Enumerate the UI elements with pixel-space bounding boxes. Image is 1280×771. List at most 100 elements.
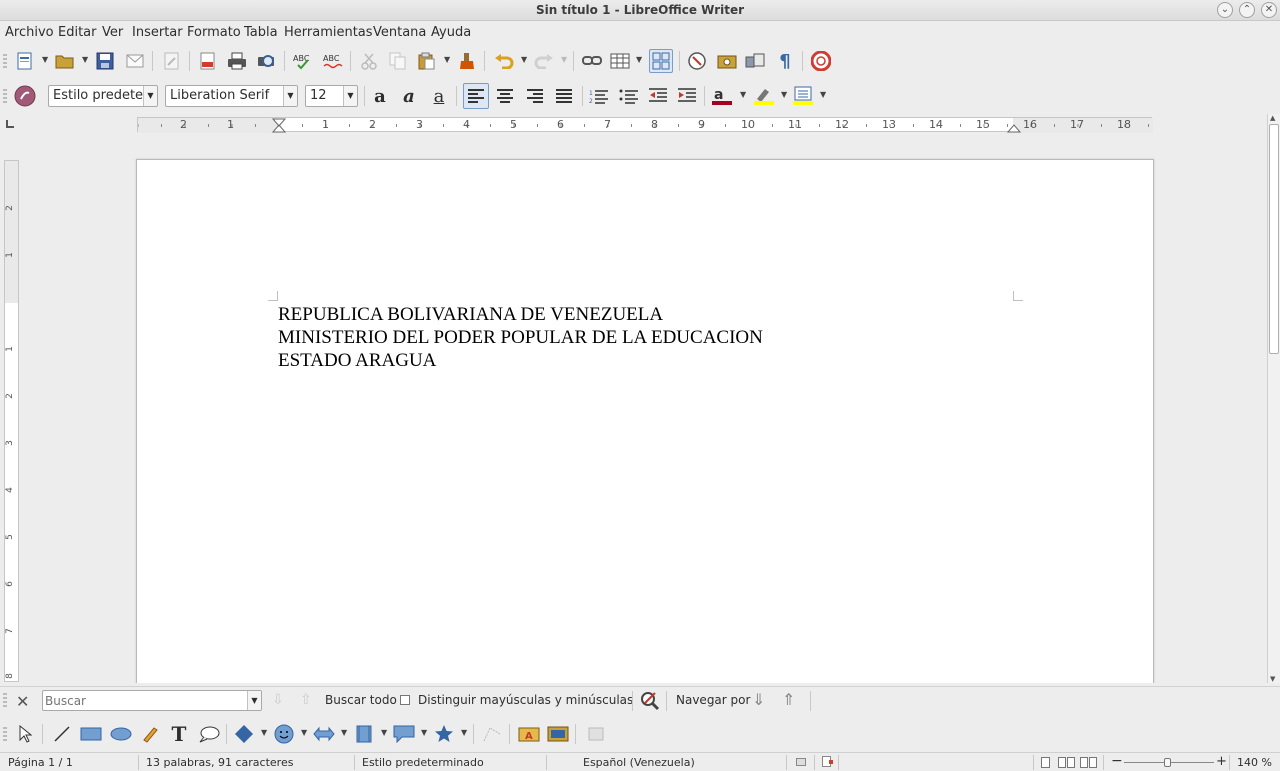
paragraph-style-combo[interactable]: Estilo predeterminado ▼ — [48, 85, 158, 107]
print-preview-icon[interactable] — [256, 50, 278, 72]
menu-formato[interactable]: Formato — [187, 25, 241, 40]
search-field[interactable]: ▼ — [42, 690, 262, 711]
block-arrows-icon[interactable] — [313, 723, 335, 745]
document-line[interactable]: REPUBLICA BOLIVARIANA DE VENEZUELA — [278, 303, 763, 326]
line-icon[interactable] — [51, 723, 73, 745]
rectangle-icon[interactable] — [80, 723, 102, 745]
spellcheck-icon[interactable]: ABC — [292, 50, 314, 72]
find-previous-icon[interactable]: ⇧ — [300, 692, 312, 708]
new-dropdown-icon[interactable]: ▼ — [42, 55, 48, 64]
extrusion-icon[interactable] — [585, 723, 607, 745]
background-color-dropdown-icon[interactable]: ▼ — [820, 90, 826, 99]
show-draw-functions-icon[interactable] — [649, 49, 673, 73]
callouts-icon[interactable] — [393, 723, 415, 745]
clone-formatting-icon[interactable] — [456, 50, 478, 72]
redo-icon[interactable] — [533, 50, 555, 72]
book-view-icon[interactable] — [1080, 757, 1098, 768]
horizontal-ruler[interactable]: 2 1 1 2 3 4 5 6 7 8 9 10 11 12 13 14 15 … — [137, 117, 1153, 133]
copy-icon[interactable] — [387, 50, 409, 72]
find-all-button[interactable]: Buscar todo — [325, 693, 397, 707]
numbering-icon[interactable]: 12 — [588, 85, 610, 107]
symbol-shapes-icon[interactable] — [273, 723, 295, 745]
formatting-marks-icon[interactable]: ¶ — [774, 50, 796, 72]
print-icon[interactable] — [226, 50, 248, 72]
open-folder-icon[interactable] — [54, 50, 76, 72]
basic-shapes-dropdown-icon[interactable]: ▼ — [261, 728, 267, 737]
menu-insertar[interactable]: Insertar — [132, 25, 183, 40]
flowchart-icon[interactable] — [353, 723, 375, 745]
font-name-combo[interactable]: Liberation Serif ▼ — [165, 85, 298, 107]
freeform-line-icon[interactable] — [139, 723, 161, 745]
tab-stop-selector[interactable] — [6, 120, 14, 128]
zoom-slider-thumb[interactable] — [1164, 758, 1171, 767]
ellipse-icon[interactable] — [110, 723, 132, 745]
scrollbar-thumb[interactable] — [1269, 124, 1279, 354]
open-dropdown-icon[interactable]: ▼ — [82, 55, 88, 64]
background-color-icon[interactable] — [792, 85, 814, 107]
gallery-icon[interactable] — [716, 50, 738, 72]
table-dropdown-icon[interactable]: ▼ — [636, 55, 642, 64]
callouts-dropdown-icon[interactable]: ▼ — [421, 728, 427, 737]
decrease-indent-icon[interactable] — [647, 85, 669, 107]
zoom-level[interactable]: 140 % — [1237, 756, 1272, 769]
match-case-checkbox[interactable] — [400, 695, 410, 705]
document-line[interactable]: ESTADO ARAGUA — [278, 349, 763, 372]
hyperlink-icon[interactable] — [581, 50, 603, 72]
scroll-up-icon[interactable]: ▲ — [1270, 114, 1275, 122]
italic-icon[interactable]: a — [398, 85, 420, 107]
multi-page-view-icon[interactable] — [1058, 757, 1076, 768]
email-icon[interactable] — [124, 50, 146, 72]
toolbar-grip[interactable] — [3, 693, 7, 707]
align-left-icon[interactable] — [463, 83, 489, 109]
toolbar-grip[interactable] — [3, 89, 7, 103]
minimize-icon[interactable]: ⌄ — [1217, 2, 1233, 18]
find-next-icon[interactable]: ⇩ — [272, 692, 284, 708]
navigator-icon[interactable] — [686, 50, 708, 72]
document-area[interactable]: REPUBLICA BOLIVARIANA DE VENEZUELA MINIS… — [22, 134, 1267, 683]
document-text[interactable]: REPUBLICA BOLIVARIANA DE VENEZUELA MINIS… — [278, 303, 763, 372]
word-count[interactable]: 13 palabras, 91 caracteres — [146, 756, 293, 769]
paste-icon[interactable] — [416, 50, 438, 72]
flowchart-dropdown-icon[interactable]: ▼ — [381, 728, 387, 737]
font-color-dropdown-icon[interactable]: ▼ — [740, 90, 746, 99]
menu-tabla[interactable]: Tabla — [244, 25, 278, 40]
basic-shapes-icon[interactable] — [233, 723, 255, 745]
edit-file-icon[interactable] — [161, 50, 183, 72]
close-icon[interactable]: ✕ — [1261, 2, 1277, 18]
save-icon[interactable] — [94, 50, 116, 72]
align-center-icon[interactable] — [494, 85, 516, 107]
select-pointer-icon[interactable] — [14, 723, 36, 745]
undo-dropdown-icon[interactable]: ▼ — [521, 55, 527, 64]
chevron-down-icon[interactable]: ▼ — [143, 86, 157, 106]
stars-icon[interactable] — [433, 723, 455, 745]
zoom-slider[interactable] — [1124, 758, 1214, 767]
font-color-icon[interactable]: a — [711, 85, 733, 107]
menu-editar[interactable]: Editar — [58, 25, 97, 40]
new-document-icon[interactable] — [14, 50, 36, 72]
menu-ver[interactable]: Ver — [102, 25, 123, 40]
callout-icon[interactable] — [198, 723, 220, 745]
chevron-down-icon[interactable]: ▼ — [247, 691, 261, 710]
zoom-out-icon[interactable]: − — [1111, 753, 1123, 769]
single-page-view-icon[interactable] — [1041, 757, 1050, 768]
toolbar-grip[interactable] — [3, 727, 7, 741]
menu-ayuda[interactable]: Ayuda — [431, 25, 471, 40]
symbol-shapes-dropdown-icon[interactable]: ▼ — [301, 728, 307, 737]
toolbar-grip[interactable] — [3, 54, 7, 68]
menu-herramientas[interactable]: Herramientas — [284, 25, 373, 40]
fontwork-icon[interactable]: A — [518, 723, 540, 745]
paste-dropdown-icon[interactable]: ▼ — [444, 55, 450, 64]
text-box-icon[interactable]: T — [168, 722, 190, 746]
zoom-in-icon[interactable]: + — [1216, 754, 1227, 769]
chevron-down-icon[interactable]: ▼ — [283, 86, 297, 106]
document-page[interactable]: REPUBLICA BOLIVARIANA DE VENEZUELA MINIS… — [136, 159, 1154, 683]
chevron-down-icon[interactable]: ▼ — [343, 86, 357, 106]
highlight-dropdown-icon[interactable]: ▼ — [781, 90, 787, 99]
vertical-scrollbar[interactable]: ▲ ▼ — [1267, 114, 1280, 683]
table-icon[interactable] — [609, 50, 631, 72]
page-style[interactable]: Estilo predeterminado — [362, 756, 484, 769]
redo-dropdown-icon[interactable]: ▼ — [561, 55, 567, 64]
scroll-down-icon[interactable]: ▼ — [1270, 675, 1275, 683]
styles-formatting-icon[interactable] — [14, 85, 36, 107]
increase-indent-icon[interactable] — [676, 85, 698, 107]
